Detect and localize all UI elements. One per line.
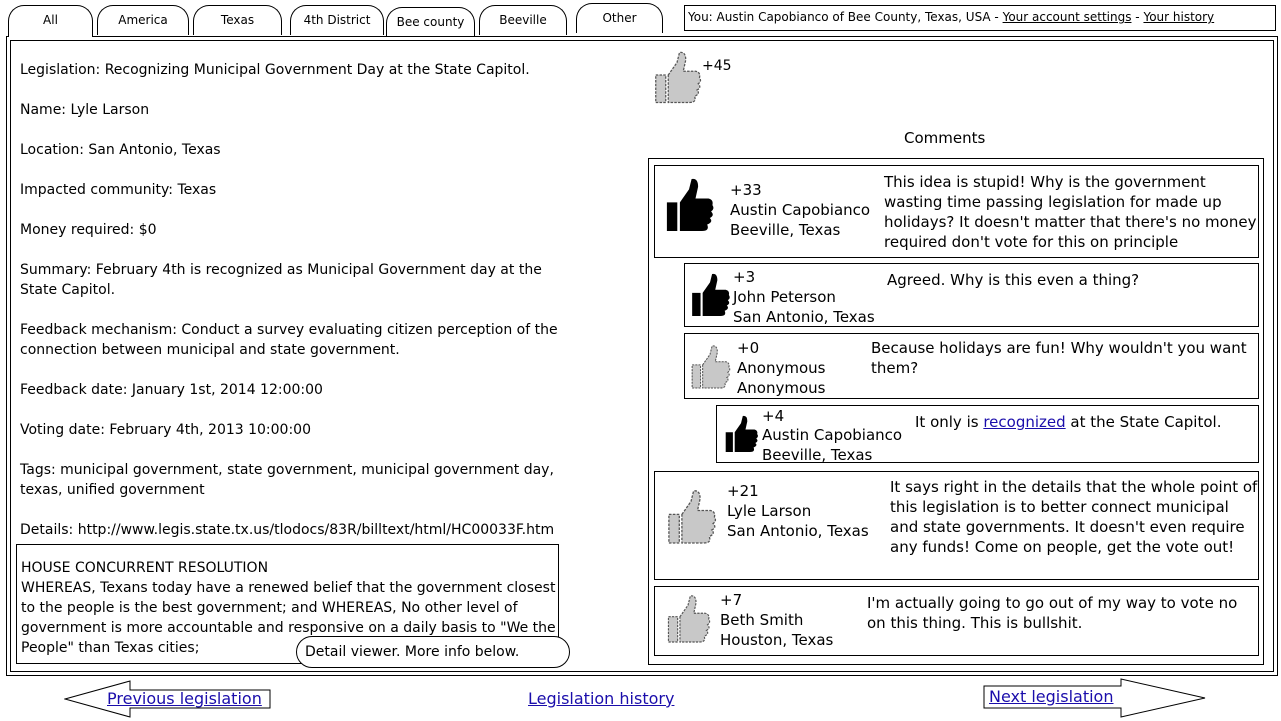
previous-legislation-link[interactable]: Previous legislation [107,689,262,708]
tab-4th-district[interactable]: 4th District [290,5,384,35]
detail-viewer-tooltip: Detail viewer. More info below. [296,636,570,668]
bill-heading: HOUSE CONCURRENT RESOLUTION [21,560,269,576]
legislation-history-link[interactable]: Legislation history [528,689,674,708]
tab-beeville[interactable]: Beeville [479,5,567,35]
user-identity: You: Austin Capobianco of Bee County, Te… [688,10,1003,24]
tab-america[interactable]: America [97,5,189,35]
account-settings-link[interactable]: Your account settings [1003,10,1132,24]
tab-all[interactable]: All [8,5,93,37]
next-legislation-link[interactable]: Next legislation [989,687,1113,706]
user-bar-separator: - [1131,10,1144,24]
tab-bee-county[interactable]: Bee county [386,7,475,37]
tab-other[interactable]: Other [576,3,663,33]
user-info-bar: You: Austin Capobianco of Bee County, Te… [684,5,1276,31]
tab-texas[interactable]: Texas [193,5,282,35]
your-history-link[interactable]: Your history [1143,10,1214,24]
